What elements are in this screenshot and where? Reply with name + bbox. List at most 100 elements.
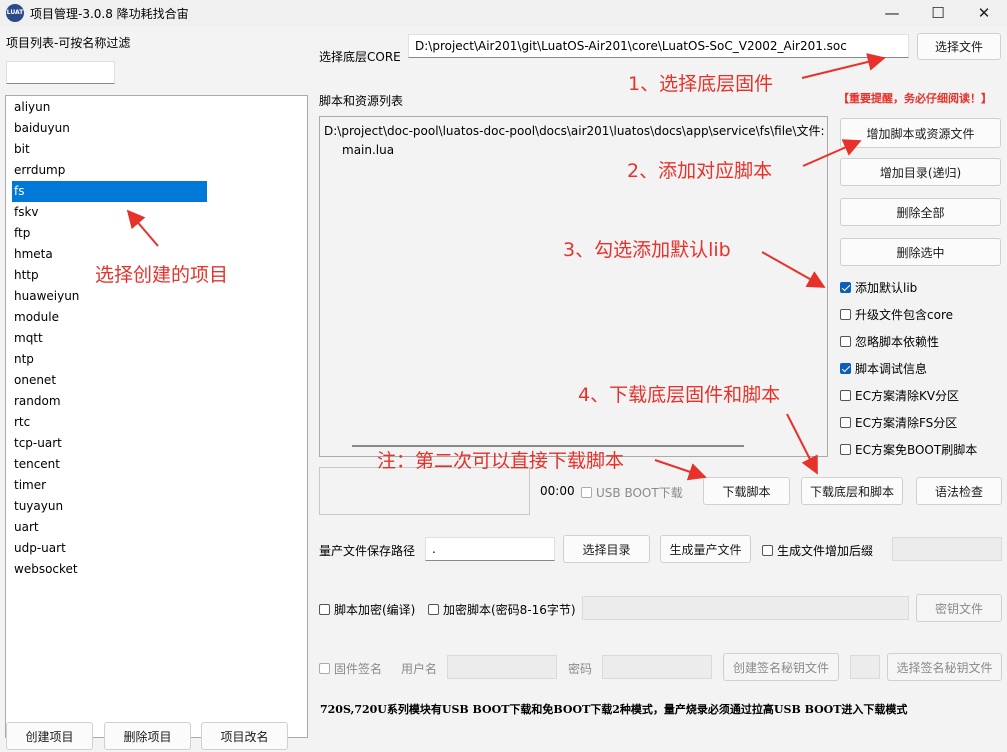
project-item-module[interactable]: module [12, 307, 207, 328]
project-item-tcp-uart[interactable]: tcp-uart [12, 433, 207, 454]
usb-boot-checkbox[interactable]: USB BOOT下载 [581, 484, 683, 501]
project-item-websocket[interactable]: websocket [12, 559, 207, 580]
arrow-note [654, 459, 707, 481]
project-item-random[interactable]: random [12, 391, 207, 412]
sign-password-label: 密码 [568, 662, 593, 676]
password-encrypt-checkbox[interactable]: 加密脚本(密码8-16字节) [428, 601, 576, 618]
project-item-fskv[interactable]: fskv [12, 202, 207, 223]
project-list[interactable]: aliyun baiduyun bit errdump fs fskv ftp hmeta ht… [5, 95, 308, 738]
window-title: 项目管理-3.0.8 降功耗找合宙 [30, 7, 189, 21]
checkbox-label: 生成文件增加后缀 [777, 544, 874, 558]
annotation-step1: 1、选择底层固件 [628, 73, 774, 95]
app-logo-icon: LUAT [6, 4, 24, 22]
checkbox-box [762, 545, 773, 556]
project-item-errdump[interactable]: errdump [12, 160, 207, 181]
compile-encrypt-checkbox[interactable]: 脚本加密(编译) [319, 601, 415, 618]
username-label: 用户名 [401, 662, 438, 676]
project-item-rtc[interactable]: rtc [12, 412, 207, 433]
checkbox-label: 加密脚本(密码8-16字节) [443, 603, 576, 617]
mass-path-label: 量产文件保存路径 [319, 544, 416, 558]
project-item-bit[interactable]: bit [12, 139, 207, 160]
project-item-aliyun[interactable]: aliyun [12, 97, 207, 118]
checkbox-box [840, 390, 851, 401]
script-folder-node[interactable]: D:\project\doc-pool\luatos-doc-pool\docs… [324, 122, 825, 139]
sign-password-input[interactable] [602, 655, 712, 679]
checkbox-box [319, 604, 330, 615]
project-item-baiduyun[interactable]: baiduyun [12, 118, 207, 139]
annotation-note: 注：第二次可以直接下载脚本 [377, 450, 625, 472]
checkbox-box [840, 282, 851, 293]
suffix-input[interactable] [892, 537, 1002, 561]
checkbox-box [319, 663, 330, 674]
add-script-file-button[interactable]: 增加脚本或资源文件 [840, 118, 1001, 148]
choose-directory-button[interactable]: 选择目录 [563, 535, 650, 563]
choose-sign-key-button[interactable]: 选择签名秘钥文件 [887, 653, 1002, 681]
checkbox-label: EC方案清除KV分区 [855, 389, 960, 403]
project-item-tuyayun[interactable]: tuyayun [12, 496, 207, 517]
checkbox-box [840, 336, 851, 347]
ec-clear-fs-checkbox[interactable]: EC方案清除FS分区 [840, 414, 957, 431]
create-project-button[interactable]: 创建项目 [6, 722, 93, 750]
debug-info-checkbox[interactable]: 脚本调试信息 [840, 360, 927, 377]
checkbox-label: 添加默认lib [855, 281, 918, 295]
checkbox-box [840, 363, 851, 374]
project-item-udp-uart[interactable]: udp-uart [12, 538, 207, 559]
download-firmware-and-script-button[interactable]: 下载底层和脚本 [801, 477, 903, 505]
project-item-onenet[interactable]: onenet [12, 370, 207, 391]
checkbox-label: USB BOOT下载 [596, 486, 683, 500]
project-item-mqtt[interactable]: mqtt [12, 328, 207, 349]
close-button[interactable]: ✕ [961, 0, 1007, 26]
add-default-lib-checkbox[interactable]: 添加默认lib [840, 279, 917, 296]
add-suffix-checkbox[interactable]: 生成文件增加后缀 [762, 542, 873, 559]
checkbox-box [840, 444, 851, 455]
mass-path-input[interactable]: . [425, 537, 555, 561]
checkbox-label: 升级文件包含core [855, 308, 953, 322]
project-item-huaweiyun[interactable]: huaweiyun [12, 286, 207, 307]
core-label: 选择底层CORE [319, 50, 401, 64]
username-input[interactable] [447, 655, 557, 679]
sign-key-path-field[interactable] [850, 655, 880, 679]
download-script-button[interactable]: 下载脚本 [703, 477, 790, 505]
checkbox-box [428, 604, 439, 615]
checkbox-label: 忽略脚本依赖性 [855, 335, 940, 349]
important-warning[interactable]: 【重要提醒，务必仔细阅读！】 [838, 90, 992, 106]
checkbox-label: 脚本调试信息 [855, 362, 928, 376]
password-input[interactable] [582, 596, 909, 620]
script-file-node[interactable]: main.lua [342, 143, 394, 157]
delete-selected-button[interactable]: 删除选中 [840, 238, 1001, 266]
annotation-step4: 4、下载底层固件和脚本 [578, 384, 781, 406]
project-item-timer[interactable]: timer [12, 475, 207, 496]
project-item-uart[interactable]: uart [12, 517, 207, 538]
project-item-ntp[interactable]: ntp [12, 349, 207, 370]
syntax-check-button[interactable]: 语法检查 [916, 477, 1002, 505]
generate-mass-file-button[interactable]: 生成量产文件 [660, 535, 751, 563]
project-item-ftp[interactable]: ftp [12, 223, 207, 244]
choose-core-file-button[interactable]: 选择文件 [917, 33, 1001, 60]
ec-clear-kv-checkbox[interactable]: EC方案清除KV分区 [840, 387, 959, 404]
project-filter-label: 项目列表-可按名称过滤 [6, 36, 131, 50]
key-file-button[interactable]: 密钥文件 [916, 594, 1002, 622]
maximize-button[interactable]: ☐ [915, 0, 961, 26]
add-directory-button[interactable]: 增加目录(递归) [840, 158, 1001, 186]
checkbox-box [840, 417, 851, 428]
core-path-input[interactable]: D:\project\Air201\git\LuatOS-Air201\core… [408, 34, 909, 58]
annotation-step3: 3、勾选添加默认lib [563, 239, 731, 261]
delete-all-button[interactable]: 删除全部 [840, 198, 1001, 226]
ignore-dependency-checkbox[interactable]: 忽略脚本依赖性 [840, 333, 939, 350]
ec-no-boot-checkbox[interactable]: EC方案免BOOT刷脚本 [840, 441, 977, 458]
script-list-label: 脚本和资源列表 [319, 94, 404, 108]
delete-project-button[interactable]: 删除项目 [104, 722, 191, 750]
create-sign-key-button[interactable]: 创建签名秘钥文件 [723, 653, 839, 681]
rename-project-button[interactable]: 项目改名 [201, 722, 288, 750]
minimize-button[interactable]: — [869, 0, 915, 26]
download-timer: 00:00 [540, 484, 575, 498]
include-core-checkbox[interactable]: 升级文件包含core [840, 306, 953, 323]
project-filter-input[interactable] [6, 61, 115, 84]
checkbox-box [840, 309, 851, 320]
firmware-sign-checkbox[interactable]: 固件签名 [319, 660, 382, 677]
project-item-tencent[interactable]: tencent [12, 454, 207, 475]
annotation-select-project: 选择创建的项目 [95, 264, 229, 286]
progress-box [319, 467, 530, 515]
project-item-fs[interactable]: fs [12, 181, 207, 202]
footnote-text: 720S,720U系列模块有USB BOOT下载和免BOOT下载2种模式，量产烧… [320, 703, 908, 716]
